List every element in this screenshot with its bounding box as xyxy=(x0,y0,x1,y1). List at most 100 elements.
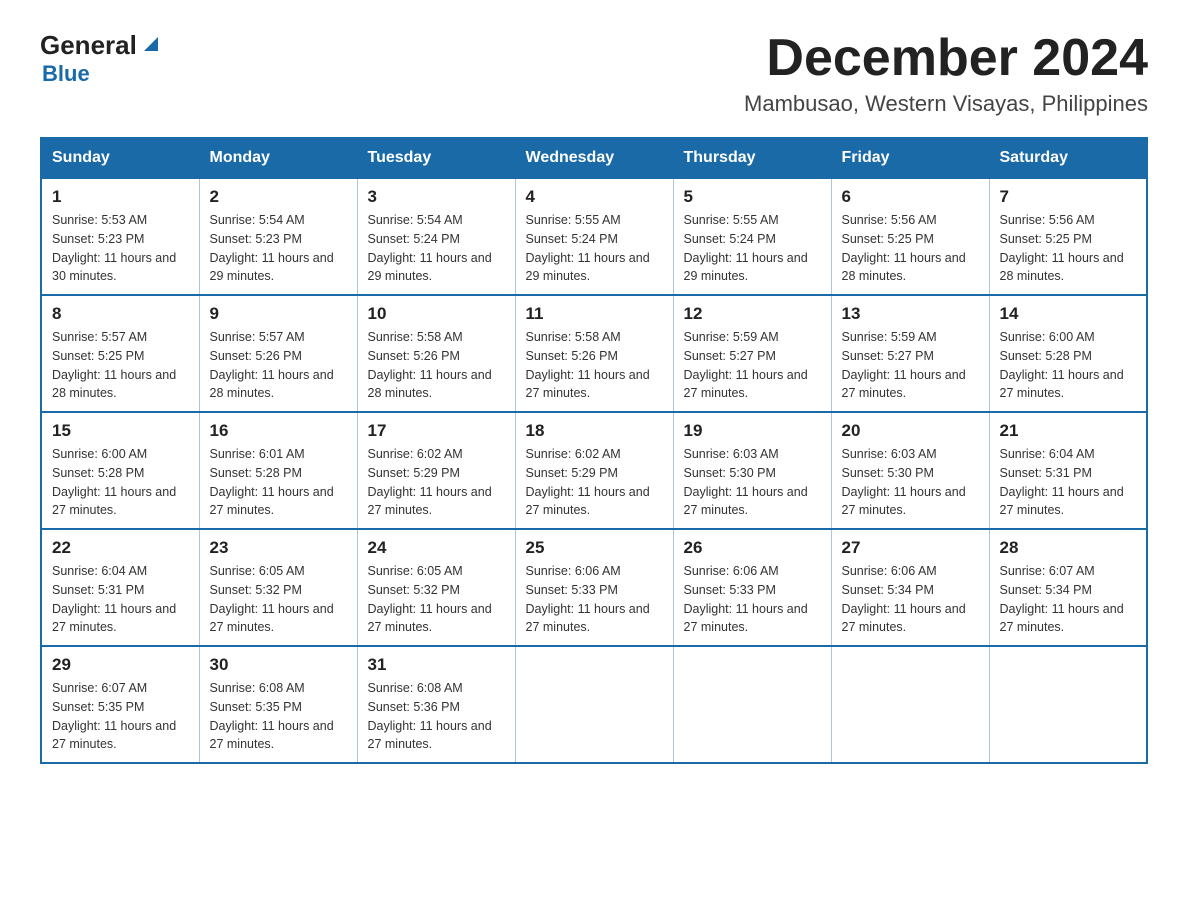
day-number: 14 xyxy=(1000,304,1137,324)
day-info: Sunrise: 6:05 AMSunset: 5:32 PMDaylight:… xyxy=(210,562,347,637)
calendar-cell: 21 Sunrise: 6:04 AMSunset: 5:31 PMDayligh… xyxy=(989,412,1147,529)
table-row: 22 Sunrise: 6:04 AMSunset: 5:31 PMDayligh… xyxy=(41,529,1147,646)
day-info: Sunrise: 6:03 AMSunset: 5:30 PMDaylight:… xyxy=(842,445,979,520)
day-number: 28 xyxy=(1000,538,1137,558)
table-row: 1 Sunrise: 5:53 AMSunset: 5:23 PMDaylight… xyxy=(41,178,1147,295)
day-number: 8 xyxy=(52,304,189,324)
day-number: 2 xyxy=(210,187,347,207)
day-number: 29 xyxy=(52,655,189,675)
calendar-cell xyxy=(989,646,1147,763)
calendar-cell: 16 Sunrise: 6:01 AMSunset: 5:28 PMDayligh… xyxy=(199,412,357,529)
day-info: Sunrise: 5:55 AMSunset: 5:24 PMDaylight:… xyxy=(526,211,663,286)
day-number: 7 xyxy=(1000,187,1137,207)
day-info: Sunrise: 6:02 AMSunset: 5:29 PMDaylight:… xyxy=(526,445,663,520)
calendar-cell: 9Sunrise: 5:57 AMSunset: 5:26 PMDaylight… xyxy=(199,295,357,412)
calendar-cell: 11 Sunrise: 5:58 AMSunset: 5:26 PMDayligh… xyxy=(515,295,673,412)
calendar-cell: 29 Sunrise: 6:07 AMSunset: 5:35 PMDayligh… xyxy=(41,646,199,763)
calendar-cell: 27Sunrise: 6:06 AMSunset: 5:34 PMDayligh… xyxy=(831,529,989,646)
day-info: Sunrise: 6:05 AMSunset: 5:32 PMDaylight:… xyxy=(368,562,505,637)
day-info: Sunrise: 6:02 AMSunset: 5:29 PMDaylight:… xyxy=(368,445,505,520)
calendar-cell: 31 Sunrise: 6:08 AMSunset: 5:36 PMDayligh… xyxy=(357,646,515,763)
calendar-cell: 26 Sunrise: 6:06 AMSunset: 5:33 PMDayligh… xyxy=(673,529,831,646)
day-number: 6 xyxy=(842,187,979,207)
day-info: Sunrise: 6:06 AMSunset: 5:34 PMDaylight:… xyxy=(842,562,979,637)
day-number: 31 xyxy=(368,655,505,675)
calendar-cell: 23 Sunrise: 6:05 AMSunset: 5:32 PMDayligh… xyxy=(199,529,357,646)
day-number: 20 xyxy=(842,421,979,441)
day-number: 3 xyxy=(368,187,505,207)
calendar-cell xyxy=(673,646,831,763)
calendar-cell: 30 Sunrise: 6:08 AMSunset: 5:35 PMDayligh… xyxy=(199,646,357,763)
day-info: Sunrise: 5:56 AMSunset: 5:25 PMDaylight:… xyxy=(842,211,979,286)
calendar-cell: 20 Sunrise: 6:03 AMSunset: 5:30 PMDayligh… xyxy=(831,412,989,529)
calendar-cell xyxy=(831,646,989,763)
day-info: Sunrise: 5:57 AMSunset: 5:25 PMDaylight:… xyxy=(52,328,189,403)
col-friday: Friday xyxy=(831,138,989,178)
day-info: Sunrise: 6:07 AMSunset: 5:34 PMDaylight:… xyxy=(1000,562,1137,637)
table-row: 8 Sunrise: 5:57 AMSunset: 5:25 PMDaylight… xyxy=(41,295,1147,412)
calendar-cell: 19Sunrise: 6:03 AMSunset: 5:30 PMDayligh… xyxy=(673,412,831,529)
col-monday: Monday xyxy=(199,138,357,178)
day-info: Sunrise: 6:04 AMSunset: 5:31 PMDaylight:… xyxy=(1000,445,1137,520)
day-number: 5 xyxy=(684,187,821,207)
calendar-cell: 17Sunrise: 6:02 AMSunset: 5:29 PMDayligh… xyxy=(357,412,515,529)
calendar-cell: 15 Sunrise: 6:00 AMSunset: 5:28 PMDayligh… xyxy=(41,412,199,529)
location-subtitle: Mambusao, Western Visayas, Philippines xyxy=(744,91,1148,117)
day-info: Sunrise: 6:07 AMSunset: 5:35 PMDaylight:… xyxy=(52,679,189,754)
day-info: Sunrise: 5:59 AMSunset: 5:27 PMDaylight:… xyxy=(684,328,821,403)
col-saturday: Saturday xyxy=(989,138,1147,178)
day-number: 11 xyxy=(526,304,663,324)
logo-triangle-icon xyxy=(140,33,162,55)
day-number: 12 xyxy=(684,304,821,324)
day-info: Sunrise: 5:55 AMSunset: 5:24 PMDaylight:… xyxy=(684,211,821,286)
calendar-cell: 7 Sunrise: 5:56 AMSunset: 5:25 PMDaylight… xyxy=(989,178,1147,295)
title-area: December 2024 Mambusao, Western Visayas,… xyxy=(744,30,1148,117)
day-info: Sunrise: 6:03 AMSunset: 5:30 PMDaylight:… xyxy=(684,445,821,520)
calendar-cell: 22 Sunrise: 6:04 AMSunset: 5:31 PMDayligh… xyxy=(41,529,199,646)
day-number: 15 xyxy=(52,421,189,441)
calendar-table: Sunday Monday Tuesday Wednesday Thursday… xyxy=(40,137,1148,764)
calendar-cell: 10 Sunrise: 5:58 AMSunset: 5:26 PMDayligh… xyxy=(357,295,515,412)
calendar-cell: 8 Sunrise: 5:57 AMSunset: 5:25 PMDaylight… xyxy=(41,295,199,412)
calendar-cell: 25Sunrise: 6:06 AMSunset: 5:33 PMDayligh… xyxy=(515,529,673,646)
calendar-cell xyxy=(515,646,673,763)
day-number: 21 xyxy=(1000,421,1137,441)
day-number: 4 xyxy=(526,187,663,207)
day-number: 26 xyxy=(684,538,821,558)
calendar-cell: 3 Sunrise: 5:54 AMSunset: 5:24 PMDaylight… xyxy=(357,178,515,295)
calendar-cell: 13Sunrise: 5:59 AMSunset: 5:27 PMDayligh… xyxy=(831,295,989,412)
col-tuesday: Tuesday xyxy=(357,138,515,178)
day-info: Sunrise: 5:57 AMSunset: 5:26 PMDaylight:… xyxy=(210,328,347,403)
logo-blue-text: Blue xyxy=(42,61,162,87)
col-thursday: Thursday xyxy=(673,138,831,178)
day-info: Sunrise: 5:53 AMSunset: 5:23 PMDaylight:… xyxy=(52,211,189,286)
day-info: Sunrise: 5:58 AMSunset: 5:26 PMDaylight:… xyxy=(368,328,505,403)
logo: General Blue xyxy=(40,30,162,87)
day-info: Sunrise: 5:58 AMSunset: 5:26 PMDaylight:… xyxy=(526,328,663,403)
day-info: Sunrise: 6:06 AMSunset: 5:33 PMDaylight:… xyxy=(684,562,821,637)
day-number: 1 xyxy=(52,187,189,207)
col-sunday: Sunday xyxy=(41,138,199,178)
day-info: Sunrise: 6:00 AMSunset: 5:28 PMDaylight:… xyxy=(1000,328,1137,403)
page-header: General Blue December 2024 Mambusao, Wes… xyxy=(40,30,1148,117)
calendar-cell: 2Sunrise: 5:54 AMSunset: 5:23 PMDaylight… xyxy=(199,178,357,295)
col-wednesday: Wednesday xyxy=(515,138,673,178)
day-info: Sunrise: 6:01 AMSunset: 5:28 PMDaylight:… xyxy=(210,445,347,520)
day-number: 22 xyxy=(52,538,189,558)
day-number: 30 xyxy=(210,655,347,675)
table-row: 29 Sunrise: 6:07 AMSunset: 5:35 PMDayligh… xyxy=(41,646,1147,763)
calendar-cell: 4 Sunrise: 5:55 AMSunset: 5:24 PMDaylight… xyxy=(515,178,673,295)
day-info: Sunrise: 6:08 AMSunset: 5:35 PMDaylight:… xyxy=(210,679,347,754)
calendar-cell: 18 Sunrise: 6:02 AMSunset: 5:29 PMDayligh… xyxy=(515,412,673,529)
day-info: Sunrise: 6:08 AMSunset: 5:36 PMDaylight:… xyxy=(368,679,505,754)
day-info: Sunrise: 5:56 AMSunset: 5:25 PMDaylight:… xyxy=(1000,211,1137,286)
day-number: 18 xyxy=(526,421,663,441)
day-info: Sunrise: 5:54 AMSunset: 5:24 PMDaylight:… xyxy=(368,211,505,286)
day-number: 13 xyxy=(842,304,979,324)
day-number: 23 xyxy=(210,538,347,558)
day-info: Sunrise: 6:04 AMSunset: 5:31 PMDaylight:… xyxy=(52,562,189,637)
day-info: Sunrise: 6:00 AMSunset: 5:28 PMDaylight:… xyxy=(52,445,189,520)
day-number: 24 xyxy=(368,538,505,558)
day-number: 10 xyxy=(368,304,505,324)
day-number: 16 xyxy=(210,421,347,441)
